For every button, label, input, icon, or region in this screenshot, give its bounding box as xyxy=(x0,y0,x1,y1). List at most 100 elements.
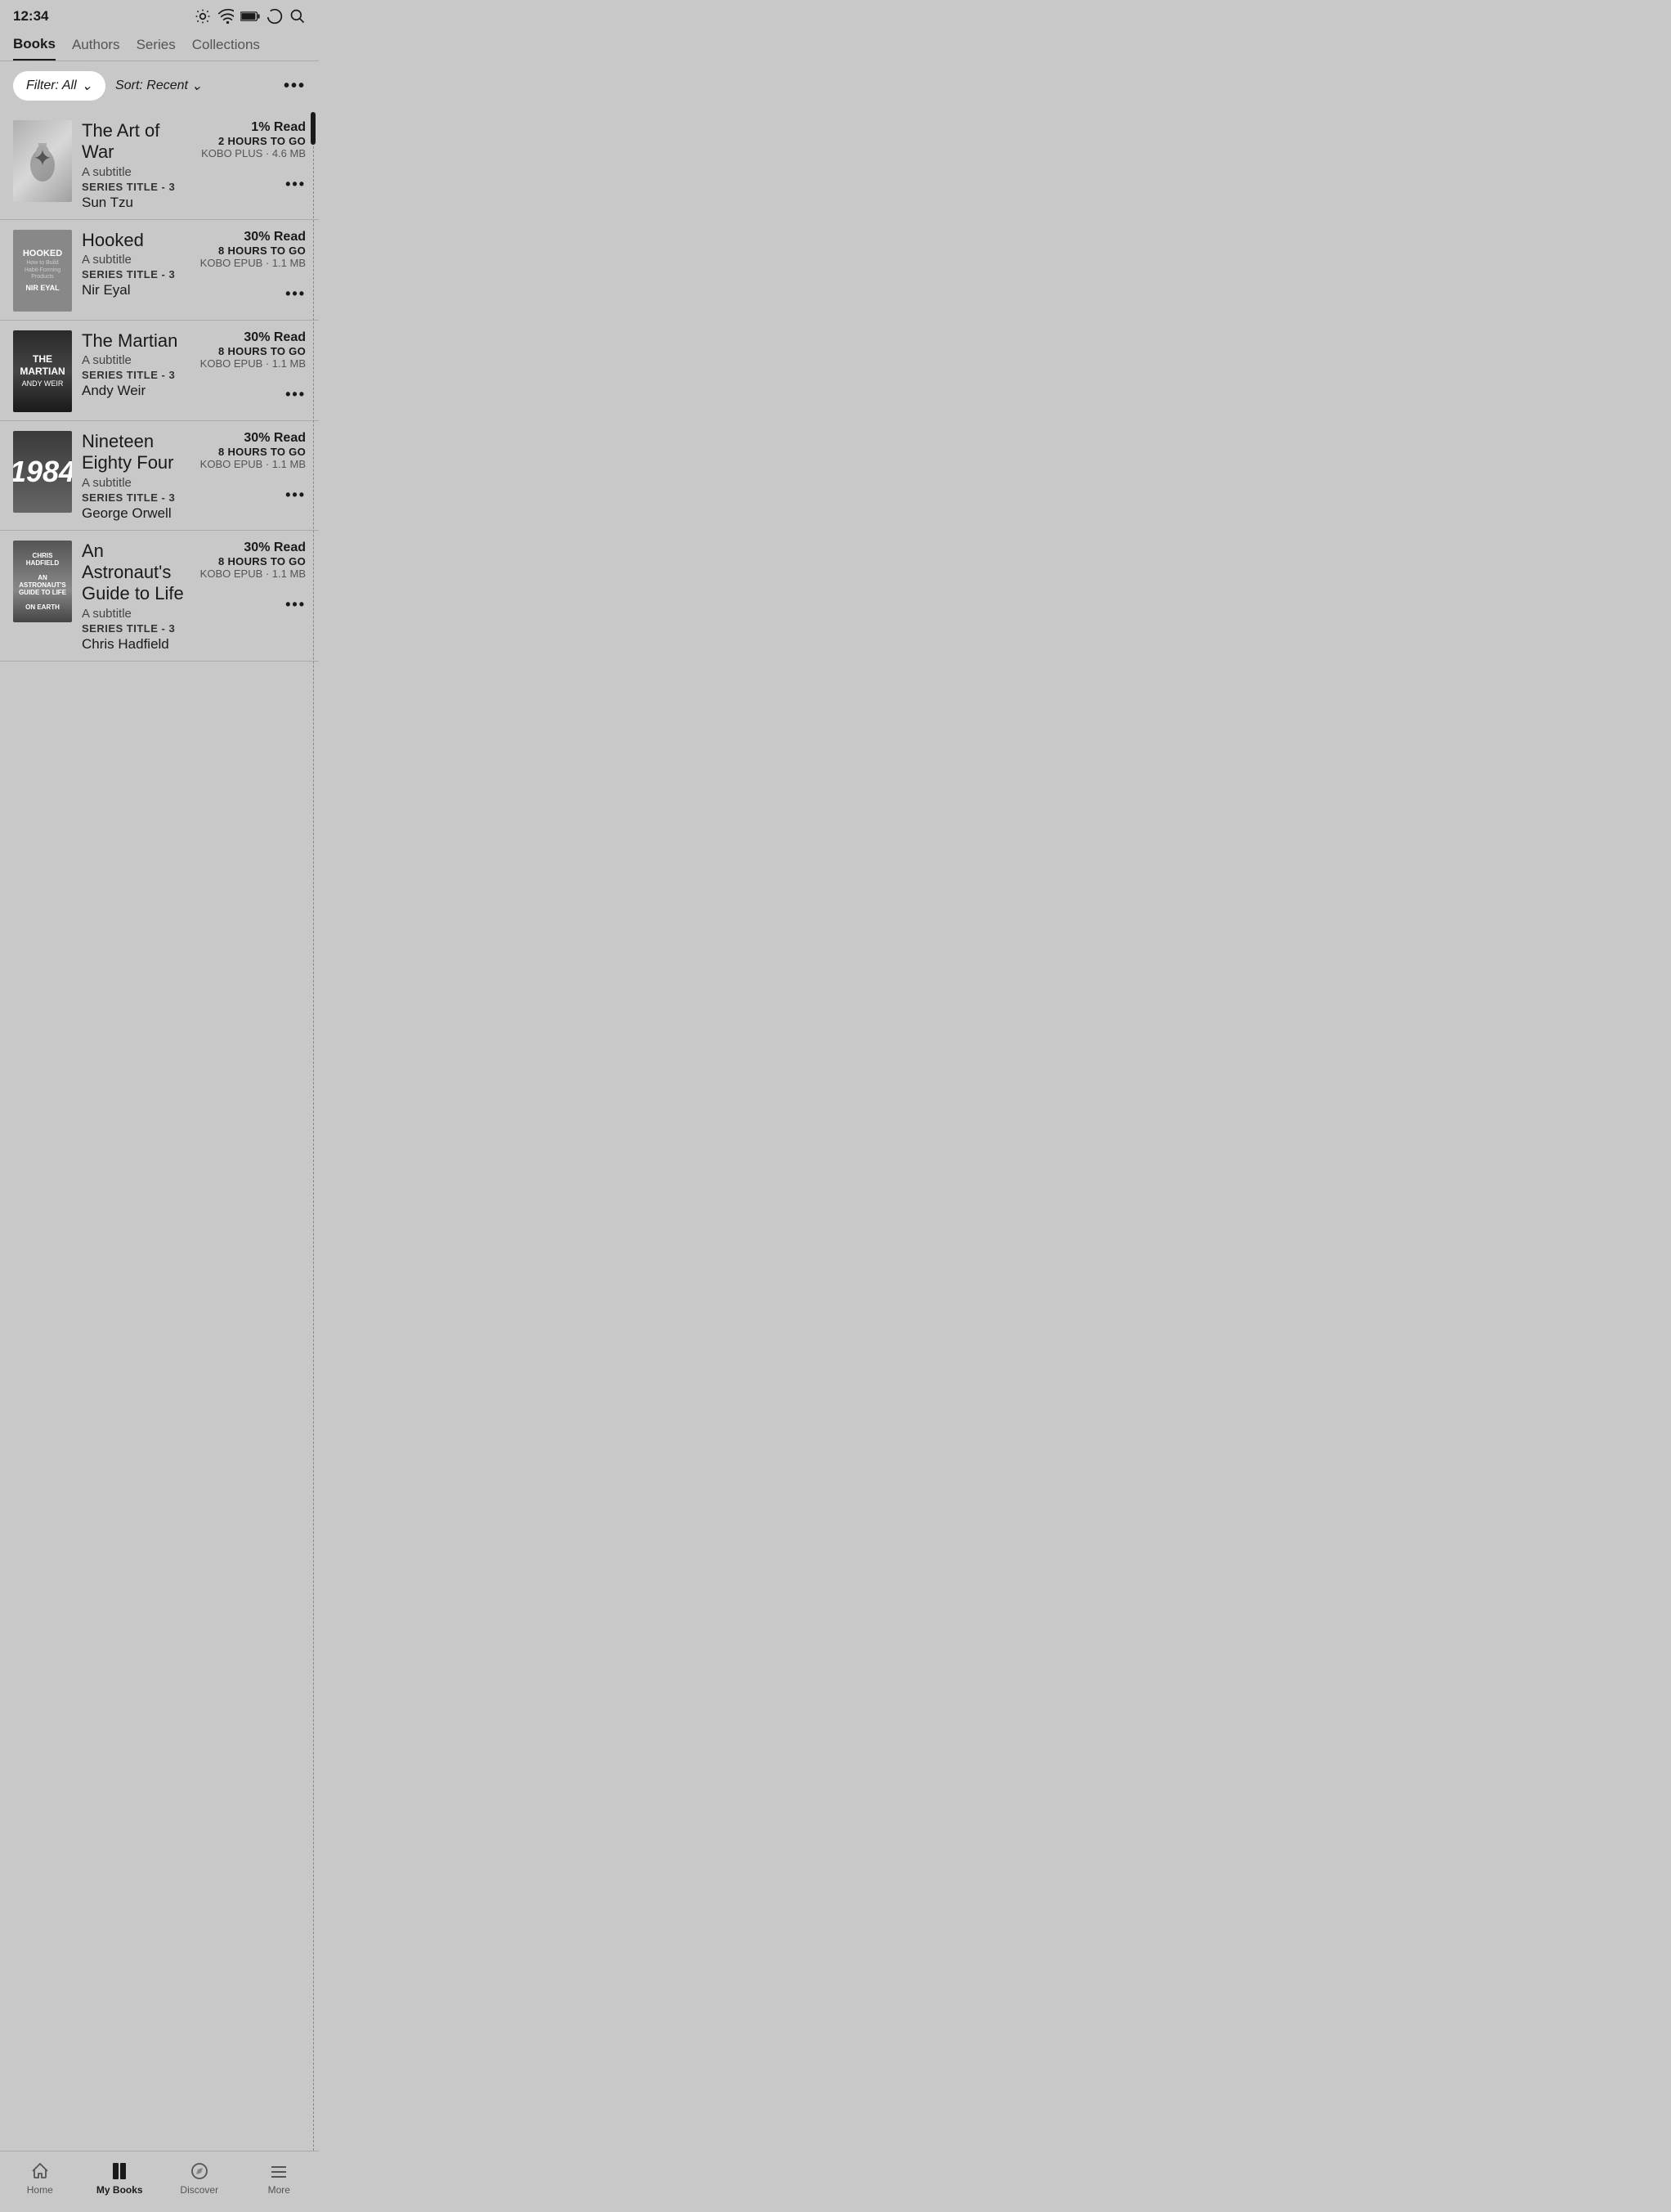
book-time: 8 HOURS TO GO xyxy=(218,245,306,257)
book-meta-art-of-war: 1% Read 2 HOURS TO GO KOBO PLUS · 4.6 MB… xyxy=(199,120,306,193)
book-title: Nineteen Eighty Four xyxy=(82,431,190,474)
status-icons xyxy=(195,8,306,25)
book-subtitle: A subtitle xyxy=(82,476,190,490)
scroll-track[interactable] xyxy=(311,110,316,2151)
book-meta-astronaut: 30% Read 8 HOURS TO GO KOBO EPUB · 1.1 M… xyxy=(199,541,306,613)
book-options-button[interactable]: ••• xyxy=(285,285,306,303)
book-author: Nir Eyal xyxy=(82,282,190,298)
tab-authors[interactable]: Authors xyxy=(72,37,120,60)
menu-icon xyxy=(269,2160,289,2181)
book-options-button[interactable]: ••• xyxy=(285,596,306,613)
tab-series[interactable]: Series xyxy=(137,37,176,60)
wifi-icon xyxy=(217,8,234,25)
book-title: The Martian xyxy=(82,330,190,352)
cover-title-hooked: HOOKED xyxy=(23,249,62,258)
cover-author-hooked: NIR EYAL xyxy=(25,284,59,292)
book-format: KOBO EPUB · 1.1 MB xyxy=(200,568,306,580)
book-format: KOBO EPUB · 1.1 MB xyxy=(200,257,306,269)
book-options-button[interactable]: ••• xyxy=(285,487,306,504)
scroll-thumb xyxy=(311,112,316,145)
book-progress: 30% Read xyxy=(244,230,306,245)
book-cover-astronaut: CHRISHADFIELDAN ASTRONAUT'SGUIDE TO LIFE… xyxy=(13,541,72,622)
sort-chevron-icon: ⌄ xyxy=(191,78,202,94)
book-progress: 30% Read xyxy=(244,330,306,345)
book-series: SERIES TITLE - 3 xyxy=(82,268,190,280)
book-info-astronaut: An Astronaut's Guide to Life A subtitle … xyxy=(82,541,190,653)
nav-my-books[interactable]: My Books xyxy=(80,2156,160,2199)
status-bar: 12:34 xyxy=(0,0,319,29)
book-subtitle: A subtitle xyxy=(82,353,190,367)
book-time: 8 HOURS TO GO xyxy=(218,446,306,458)
book-series: SERIES TITLE - 3 xyxy=(82,181,190,193)
book-options-button[interactable]: ••• xyxy=(285,176,306,193)
tab-collections[interactable]: Collections xyxy=(192,37,260,60)
book-subtitle: A subtitle xyxy=(82,607,190,621)
filter-bar: Filter: All ⌄ Sort: Recent ⌄ ••• xyxy=(0,61,319,110)
book-cover-martian: THE MARTIANANDY WEIR xyxy=(13,330,72,412)
book-series: SERIES TITLE - 3 xyxy=(82,369,190,381)
cover-subtitle-hooked: How to BuildHabit-Forming Products xyxy=(16,260,69,280)
book-progress: 30% Read xyxy=(244,431,306,446)
nav-home-label: Home xyxy=(27,2184,53,2196)
book-info-martian: The Martian A subtitle SERIES TITLE - 3 … xyxy=(82,330,190,399)
search-icon[interactable] xyxy=(289,8,306,25)
book-progress: 30% Read xyxy=(244,541,306,555)
book-options-button[interactable]: ••• xyxy=(285,386,306,403)
book-title: An Astronaut's Guide to Life xyxy=(82,541,190,605)
book-author: Chris Hadfield xyxy=(82,636,190,653)
book-list: The Art of War A subtitle SERIES TITLE -… xyxy=(0,110,319,2151)
book-subtitle: A subtitle xyxy=(82,253,190,267)
book-cover-hooked: HOOKED How to BuildHabit-Forming Product… xyxy=(13,230,72,312)
book-info-art-of-war: The Art of War A subtitle SERIES TITLE -… xyxy=(82,120,190,211)
nav-discover-label: Discover xyxy=(180,2184,218,2196)
status-time: 12:34 xyxy=(13,8,48,25)
book-item-hooked[interactable]: HOOKED How to BuildHabit-Forming Product… xyxy=(0,220,319,321)
nav-tabs: Books Authors Series Collections xyxy=(0,29,319,61)
book-item-1984[interactable]: 1984 Nineteen Eighty Four A subtitle SER… xyxy=(0,421,319,531)
book-meta-hooked: 30% Read 8 HOURS TO GO KOBO EPUB · 1.1 M… xyxy=(199,230,306,303)
book-author: George Orwell xyxy=(82,505,190,522)
nav-discover[interactable]: Discover xyxy=(159,2156,240,2199)
book-author: Andy Weir xyxy=(82,383,190,399)
filter-label: Filter: All xyxy=(26,79,77,93)
sort-button[interactable]: Sort: Recent ⌄ xyxy=(115,78,202,94)
bottom-nav: Home My Books Discover More xyxy=(0,2151,319,2212)
book-cover-1984: 1984 xyxy=(13,431,72,513)
book-meta-1984: 30% Read 8 HOURS TO GO KOBO EPUB · 1.1 M… xyxy=(199,431,306,504)
book-item-art-of-war[interactable]: The Art of War A subtitle SERIES TITLE -… xyxy=(0,110,319,220)
nav-more-label: More xyxy=(268,2184,290,2196)
tab-books[interactable]: Books xyxy=(13,36,56,61)
book-item-astronaut[interactable]: CHRISHADFIELDAN ASTRONAUT'SGUIDE TO LIFE… xyxy=(0,531,319,662)
brightness-icon xyxy=(195,8,211,25)
book-meta-martian: 30% Read 8 HOURS TO GO KOBO EPUB · 1.1 M… xyxy=(199,330,306,403)
book-item-martian[interactable]: THE MARTIANANDY WEIR The Martian A subti… xyxy=(0,321,319,421)
options-button[interactable]: ••• xyxy=(284,77,306,96)
book-cover-art-of-war xyxy=(13,120,72,202)
book-info-hooked: Hooked A subtitle SERIES TITLE - 3 Nir E… xyxy=(82,230,190,298)
filter-button[interactable]: Filter: All ⌄ xyxy=(13,71,105,101)
cover-title-martian: THE MARTIANANDY WEIR xyxy=(13,350,72,392)
battery-icon xyxy=(240,9,260,24)
book-progress: 1% Read xyxy=(251,120,306,135)
book-title: The Art of War xyxy=(82,120,190,164)
sync-icon xyxy=(267,8,283,25)
book-title: Hooked xyxy=(82,230,190,251)
book-format: KOBO PLUS · 4.6 MB xyxy=(201,147,306,159)
nav-home[interactable]: Home xyxy=(0,2156,80,2199)
book-author: Sun Tzu xyxy=(82,195,190,211)
compass-icon xyxy=(190,2160,209,2181)
filter-chevron-icon: ⌄ xyxy=(82,78,92,94)
book-format: KOBO EPUB · 1.1 MB xyxy=(200,357,306,370)
book-subtitle: A subtitle xyxy=(82,165,190,179)
sort-label: Sort: Recent xyxy=(115,79,188,93)
book-format: KOBO EPUB · 1.1 MB xyxy=(200,458,306,470)
book-info-1984: Nineteen Eighty Four A subtitle SERIES T… xyxy=(82,431,190,522)
book-time: 2 HOURS TO GO xyxy=(218,135,306,147)
books-icon xyxy=(110,2160,129,2181)
cover-title-1984: 1984 xyxy=(13,455,72,489)
nav-more[interactable]: More xyxy=(240,2156,320,2199)
nav-my-books-label: My Books xyxy=(96,2184,143,2196)
book-series: SERIES TITLE - 3 xyxy=(82,491,190,504)
home-icon xyxy=(30,2160,50,2181)
scroll-line xyxy=(311,146,314,2151)
